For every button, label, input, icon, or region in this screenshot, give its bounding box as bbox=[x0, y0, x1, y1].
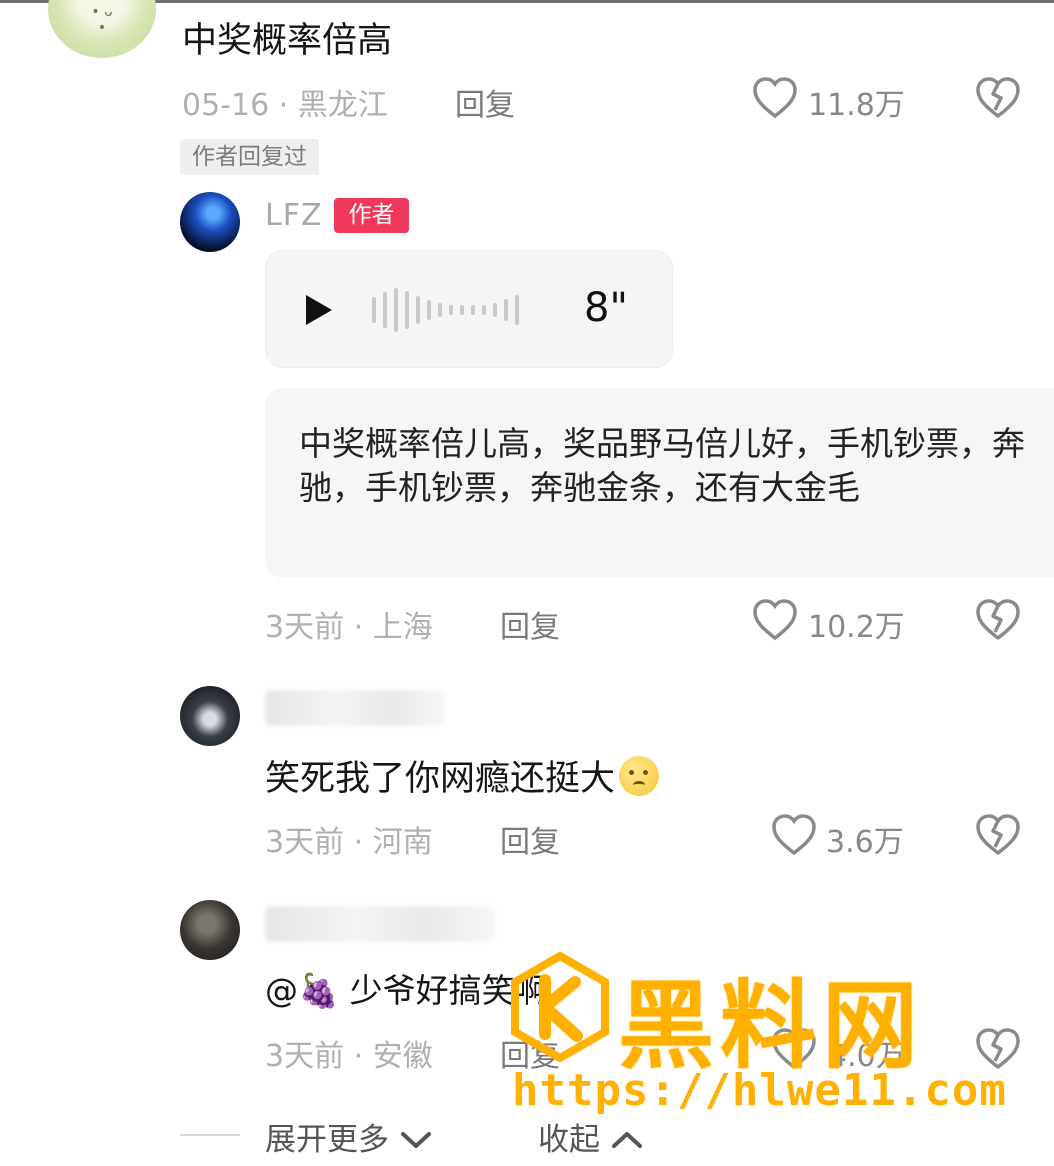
avatar[interactable]: • ᴗ • bbox=[48, 0, 156, 58]
broken-heart-icon bbox=[976, 599, 1020, 640]
like-button[interactable] bbox=[771, 813, 817, 857]
blurred-username bbox=[265, 690, 445, 726]
heart-icon bbox=[753, 599, 797, 641]
transcript-text: 中奖概率倍儿高，奖品野马倍儿好，手机钞票，奔驰，手机钞票，奔驰金条，还有大金毛 bbox=[299, 424, 1025, 507]
expand-label: 展开更多 bbox=[265, 1122, 389, 1158]
dislike-button[interactable] bbox=[975, 598, 1021, 642]
emoji-icon bbox=[619, 756, 660, 796]
dislike-button[interactable] bbox=[975, 76, 1021, 120]
broken-heart-icon bbox=[976, 77, 1020, 118]
comment-meta: 3天前 · 安徽 bbox=[265, 1039, 433, 1074]
expand-more-button[interactable]: 展开更多 bbox=[265, 1114, 433, 1159]
comment-meta: 05-16 · 黑龙江 bbox=[182, 88, 388, 123]
blurred-username bbox=[265, 906, 495, 942]
watermark-url: https://hlwe11.com bbox=[512, 1065, 1007, 1116]
heart-icon bbox=[772, 814, 816, 856]
like-count: 10.2万 bbox=[808, 610, 905, 645]
like-button[interactable] bbox=[752, 76, 798, 120]
comment-meta: 3天前 · 河南 bbox=[265, 825, 433, 860]
top-divider bbox=[0, 0, 1054, 3]
broken-heart-icon bbox=[976, 814, 1020, 855]
chevron-down-icon bbox=[400, 1132, 431, 1148]
author-replied-tag: 作者回复过 bbox=[180, 139, 319, 175]
voice-duration: 8" bbox=[584, 285, 628, 331]
author-name[interactable]: LFZ bbox=[265, 198, 323, 233]
divider bbox=[180, 1134, 240, 1136]
author-avatar[interactable] bbox=[180, 192, 240, 252]
reply-button[interactable]: 回复 bbox=[500, 817, 560, 861]
comment-text: 中奖概率倍高 bbox=[182, 21, 393, 61]
voice-message[interactable]: 8" bbox=[265, 250, 673, 368]
chevron-up-icon bbox=[611, 1132, 642, 1148]
like-button[interactable] bbox=[752, 598, 798, 642]
reply-button[interactable]: 回复 bbox=[455, 80, 515, 124]
voice-transcript: 中奖概率倍儿高，奖品野马倍儿好，手机钞票，奔驰，手机钞票，奔驰金条，还有大金毛 bbox=[265, 388, 1054, 578]
like-count: 3.6万 bbox=[826, 825, 904, 860]
avatar[interactable] bbox=[180, 686, 240, 746]
play-icon[interactable] bbox=[306, 295, 332, 325]
collapse-button[interactable]: 收起 bbox=[538, 1114, 644, 1159]
collapse-label: 收起 bbox=[538, 1122, 600, 1158]
watermark-logo-icon bbox=[511, 952, 609, 1062]
author-badge: 作者 bbox=[334, 198, 409, 233]
reply-button[interactable]: 回复 bbox=[500, 602, 560, 646]
comment-text: 笑死我了你网瘾还挺大 bbox=[265, 750, 660, 801]
heart-icon bbox=[753, 77, 797, 119]
like-count: 11.8万 bbox=[808, 88, 905, 123]
waveform-icon bbox=[372, 287, 519, 333]
comment-meta: 3天前 · 上海 bbox=[265, 610, 433, 645]
comment-text-body: 笑死我了你网瘾还挺大 bbox=[265, 759, 616, 799]
dislike-button[interactable] bbox=[975, 813, 1021, 857]
avatar[interactable] bbox=[180, 900, 240, 960]
